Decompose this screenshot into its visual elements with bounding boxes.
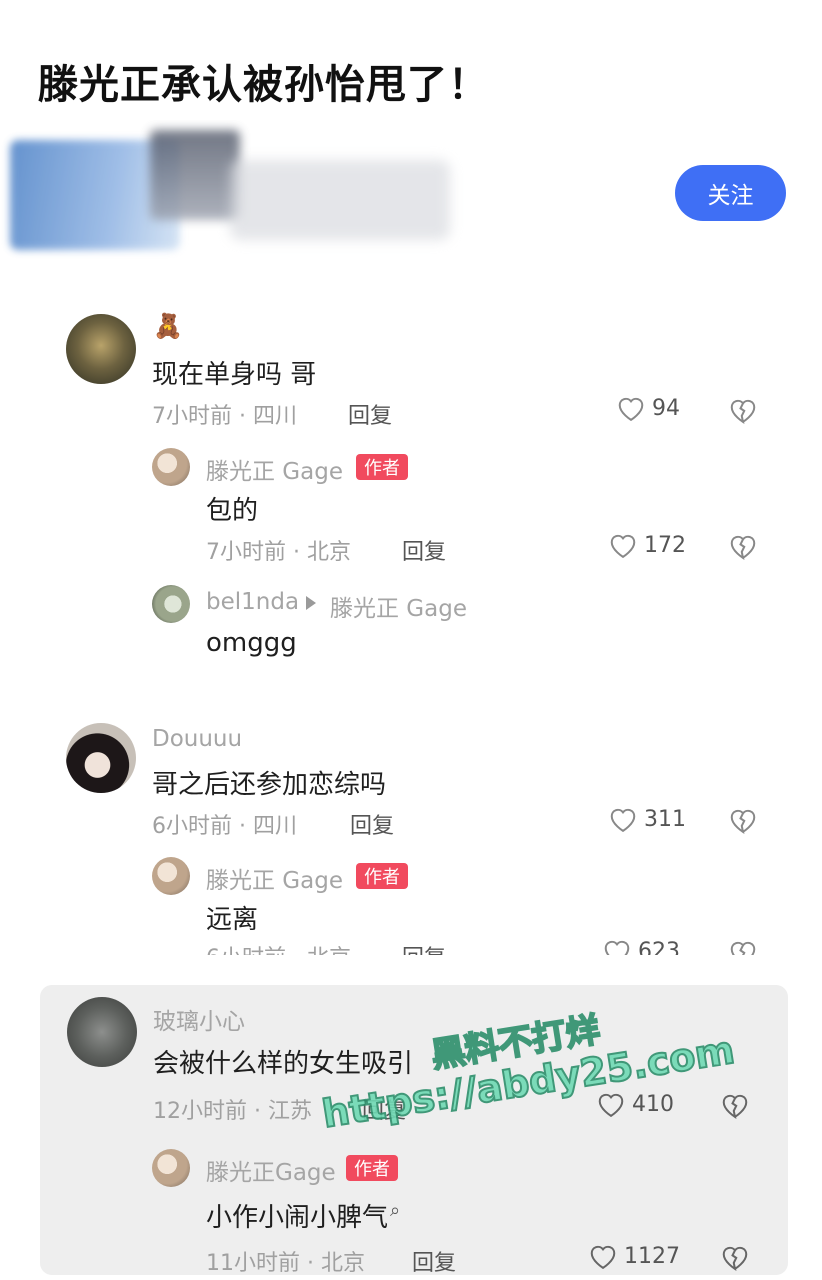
teddy-bear-emoji: 🧸 [153, 312, 183, 340]
comment-thread-3: 玻璃小心 会被什么样的女生吸引 12小时前 · 江苏 回复 410 滕光正Gag… [40, 985, 788, 1275]
like-count: 311 [644, 806, 686, 832]
like-count: 410 [632, 1091, 674, 1117]
broken-heart-icon [730, 535, 756, 560]
dislike-button[interactable] [728, 806, 758, 834]
avatar[interactable] [67, 997, 137, 1067]
dislike-button[interactable] [720, 1091, 750, 1119]
like-button[interactable]: 94 [616, 394, 680, 422]
heart-icon [610, 808, 636, 833]
reply-username[interactable]: 滕光正Gage [206, 1153, 336, 1187]
dislike-button[interactable] [720, 1243, 750, 1271]
avatar[interactable] [152, 585, 190, 623]
avatar[interactable] [66, 314, 136, 384]
reply-text: omggg [206, 628, 297, 658]
like-count: 172 [644, 532, 686, 558]
author-badge: 作者 [346, 1155, 398, 1181]
heart-icon [604, 940, 630, 955]
comment-thread-2: Douuuu 哥之后还参加恋综吗 6小时前 · 四川 回复 311 滕光正 Ga… [40, 700, 788, 955]
comment-meta: 6小时前 · 四川 [152, 814, 297, 839]
post-title: 滕光正承认被孙怡甩了！ [38, 62, 489, 108]
reply-button[interactable]: 回复 [350, 808, 394, 840]
like-button[interactable]: 172 [608, 531, 686, 559]
broken-heart-icon [730, 809, 756, 834]
reply-text-content: 小作小闹小脾气 [206, 1203, 389, 1233]
avatar[interactable] [152, 448, 190, 486]
reply-username[interactable]: 滕光正 Gage [206, 452, 343, 486]
like-button[interactable]: 1127 [588, 1242, 680, 1270]
broken-heart-icon [722, 1246, 748, 1271]
blurred-user-banner [0, 120, 470, 260]
follow-button[interactable]: 关注 [675, 165, 786, 221]
author-badge: 作者 [356, 863, 408, 889]
avatar[interactable] [152, 857, 190, 895]
reply-username[interactable]: 滕光正 Gage [206, 861, 343, 895]
reply-button[interactable]: 回复 [402, 940, 446, 955]
like-button[interactable]: 410 [596, 1090, 674, 1118]
reply-arrow-icon [306, 596, 316, 610]
reply-text: 远离 [206, 905, 259, 935]
broken-heart-icon [722, 1094, 748, 1119]
heart-icon [590, 1245, 616, 1270]
comment-text: 现在单身吗 哥 [152, 360, 317, 390]
heart-icon [598, 1093, 624, 1118]
like-button[interactable]: 623 [602, 937, 680, 955]
comment-text: 会被什么样的女生吸引 [153, 1049, 414, 1079]
heart-icon [610, 534, 636, 559]
avatar[interactable] [66, 723, 136, 793]
dislike-button[interactable] [728, 396, 758, 424]
comment-username[interactable]: Douuuu [152, 726, 242, 752]
reply-text: 包的 [206, 496, 259, 526]
reply-to-username[interactable]: 滕光正 Gage [330, 589, 467, 623]
search-icon[interactable]: ⌕ [390, 1200, 400, 1221]
reply-username[interactable]: bel1nda [206, 589, 299, 615]
broken-heart-icon [730, 941, 756, 955]
heart-icon [618, 397, 644, 422]
dislike-button[interactable] [728, 938, 758, 955]
reply-button[interactable]: 回复 [348, 398, 392, 430]
reply-button[interactable]: 回复 [402, 534, 446, 566]
reply-meta: 7小时前 · 北京 [206, 540, 351, 565]
avatar[interactable] [152, 1149, 190, 1187]
like-count: 1127 [624, 1243, 680, 1269]
dislike-button[interactable] [728, 532, 758, 560]
comment-text: 哥之后还参加恋综吗 [152, 770, 387, 800]
reply-meta: 11小时前 · 北京 [206, 1251, 365, 1275]
author-badge: 作者 [356, 454, 408, 480]
comment-meta: 7小时前 · 四川 [152, 404, 297, 429]
reply-text: 小作小闹小脾气 ⌕ [206, 1197, 400, 1234]
reply-button[interactable]: 回复 [412, 1245, 456, 1275]
comment-thread-1: 🧸 现在单身吗 哥 7小时前 · 四川 回复 94 滕光正 Gage 作者 包的… [40, 290, 788, 670]
like-count: 623 [638, 938, 680, 956]
reply-meta: 6小时前 · 北京 [206, 940, 351, 955]
broken-heart-icon [730, 399, 756, 424]
comment-meta: 12小时前 · 江苏 [153, 1099, 312, 1124]
like-button[interactable]: 311 [608, 805, 686, 833]
like-count: 94 [652, 395, 680, 421]
comment-username[interactable]: 玻璃小心 [153, 1002, 245, 1036]
